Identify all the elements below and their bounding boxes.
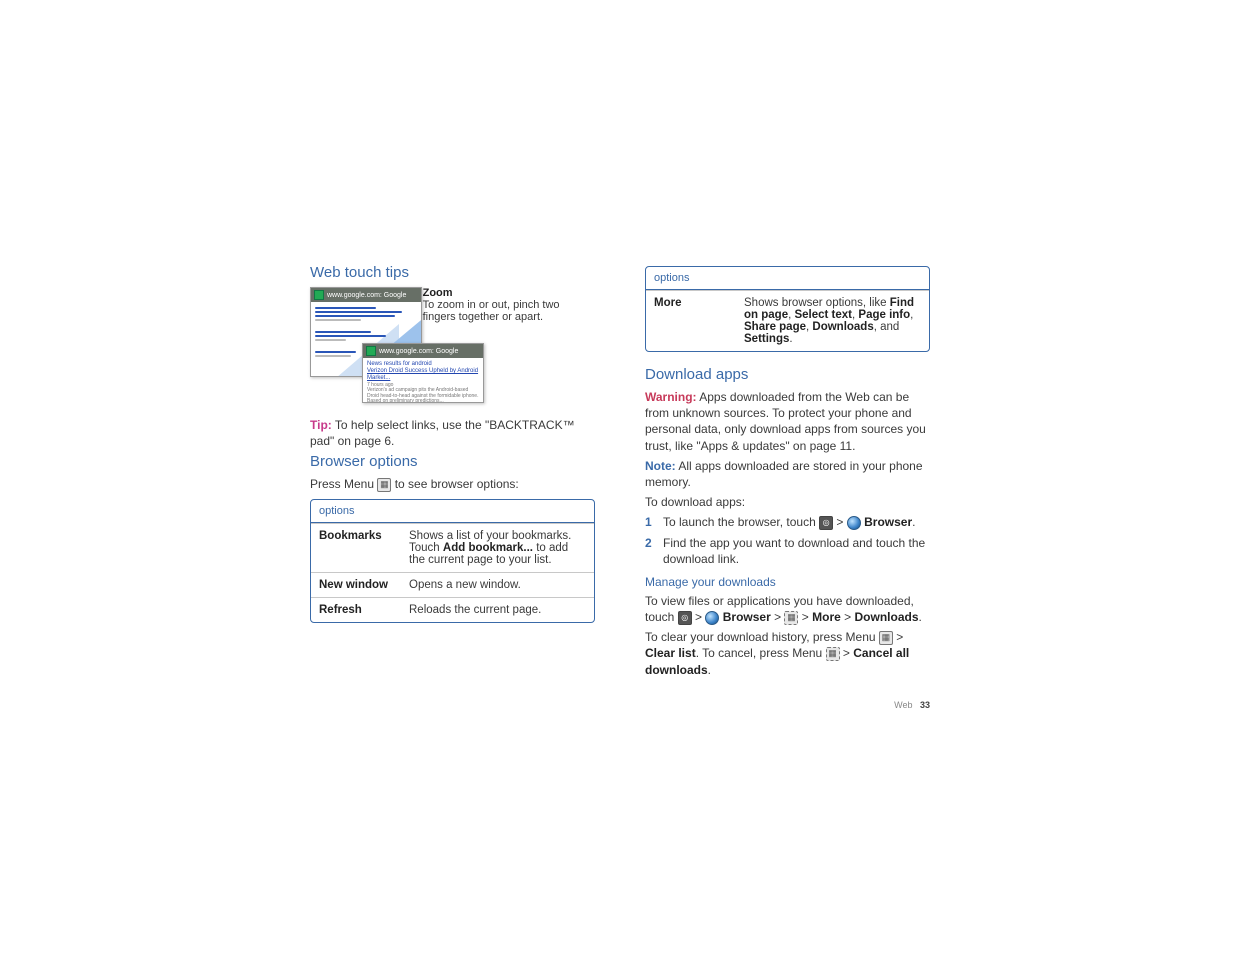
options-header: options: [311, 500, 594, 523]
right-column: options More Shows browser options, like…: [645, 260, 930, 682]
option-desc: Shows a list of your bookmarks. Touch Ad…: [409, 530, 586, 566]
table-row: More Shows browser options, like Find on…: [646, 290, 929, 351]
browser-globe-icon: [847, 516, 861, 530]
apps-key-icon: [678, 611, 692, 625]
heading-web-touch-tips: Web touch tips: [310, 264, 595, 281]
download-steps: To launch the browser, touch > Browser. …: [645, 514, 930, 567]
screenshot-url: www.google.com: Google: [379, 348, 458, 355]
zoom-illustration: www.google.com: Google: [310, 287, 595, 407]
options-table-right: options More Shows browser options, like…: [645, 266, 930, 352]
menu-key-icon: [826, 647, 840, 661]
page-footer: Web 33: [894, 700, 930, 710]
screenshot-url: www.google.com: Google: [327, 292, 406, 299]
menu-key-icon: [784, 611, 798, 625]
tip-text: To help select links, use the "BACKTRACK…: [310, 418, 575, 448]
zoom-caption-text: To zoom in or out, pinch two fingers tog…: [423, 299, 595, 323]
footer-section: Web: [894, 700, 912, 710]
table-row: Bookmarks Shows a list of your bookmarks…: [311, 523, 594, 572]
tip-paragraph: Tip: To help select links, use the "BACK…: [310, 417, 595, 449]
option-desc: Opens a new window.: [409, 579, 586, 591]
heading-manage-downloads: Manage your downloads: [645, 575, 930, 589]
screenshot-titlebar: www.google.com: Google: [363, 344, 483, 358]
screenshot-news-heading: News results for android: [367, 361, 479, 368]
screenshot-titlebar: www.google.com: Google: [311, 288, 421, 302]
tip-label: Tip:: [310, 418, 332, 432]
browser-globe-icon: [705, 611, 719, 625]
left-column: Web touch tips www.google.com: Google: [310, 260, 595, 682]
heading-download-apps: Download apps: [645, 366, 930, 383]
option-name: Bookmarks: [319, 530, 409, 566]
screenshot-result-link: Verizon Droid Success Upheld by Android …: [367, 368, 479, 382]
menu-key-icon: [879, 631, 893, 645]
note-text: All apps downloaded are stored in your p…: [645, 459, 923, 489]
screenshot-zoomed-in: www.google.com: Google News results for …: [362, 343, 484, 403]
warning-paragraph: Warning: Apps downloaded from the Web ca…: [645, 389, 930, 454]
option-name: Refresh: [319, 604, 409, 616]
option-desc: Shows browser options, like Find on page…: [744, 297, 921, 345]
note-paragraph: Note: All apps downloaded are stored in …: [645, 458, 930, 490]
document-page: Web touch tips www.google.com: Google: [310, 260, 930, 682]
table-row: Refresh Reloads the current page.: [311, 597, 594, 622]
favicon-icon: [366, 346, 376, 356]
press-menu-line: Press Menu to see browser options:: [310, 476, 595, 492]
note-label: Note:: [645, 459, 676, 473]
view-downloads-line: To view files or applications you have d…: [645, 593, 930, 625]
option-desc: Reloads the current page.: [409, 604, 586, 616]
list-item: Find the app you want to download and to…: [645, 535, 930, 567]
menu-key-icon: [377, 478, 391, 492]
to-download-line: To download apps:: [645, 494, 930, 510]
favicon-icon: [314, 290, 324, 300]
heading-browser-options: Browser options: [310, 453, 595, 470]
zoom-caption-title: Zoom: [423, 287, 595, 299]
table-row: New window Opens a new window.: [311, 572, 594, 597]
options-table-left: options Bookmarks Shows a list of your b…: [310, 499, 595, 623]
clear-downloads-line: To clear your download history, press Me…: [645, 629, 930, 678]
option-name: New window: [319, 579, 409, 591]
list-item: To launch the browser, touch > Browser.: [645, 514, 930, 530]
option-name: More: [654, 297, 744, 345]
footer-page-number: 33: [920, 700, 930, 710]
warning-label: Warning:: [645, 390, 697, 404]
options-header: options: [646, 267, 929, 290]
apps-key-icon: [819, 516, 833, 530]
zoom-screenshots: www.google.com: Google: [310, 287, 413, 407]
screenshot-result-snippet: Verizon's ad campaign pits the Android-b…: [367, 388, 479, 403]
